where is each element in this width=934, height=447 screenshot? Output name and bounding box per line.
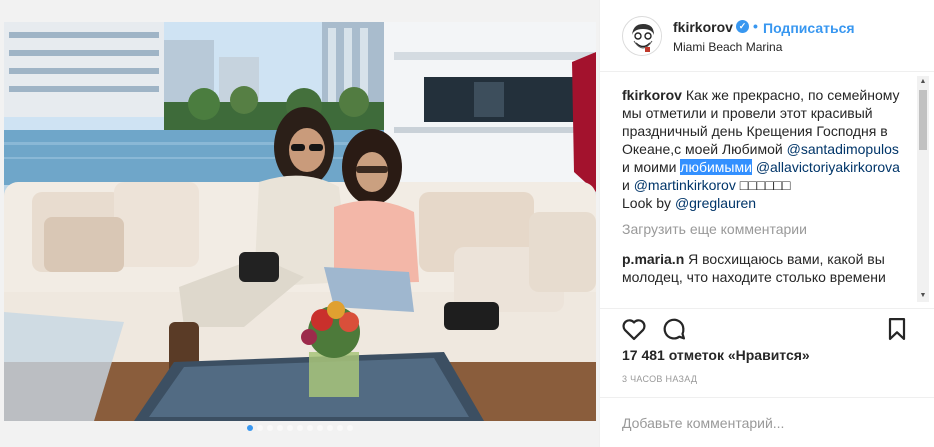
post-photo-image: [4, 22, 596, 421]
avatar-caricature-icon: [624, 18, 661, 55]
avatar[interactable]: [622, 16, 662, 56]
post-media: [0, 0, 599, 447]
post-photo[interactable]: [4, 22, 596, 421]
header-separator: •: [753, 18, 758, 34]
mention-allavictoriyakirkorova[interactable]: @allavictoriyakirkorova: [756, 159, 900, 175]
mention-greglauren[interactable]: @greglauren: [675, 195, 756, 211]
carousel-dot: [316, 425, 323, 431]
carousel-dot: [266, 425, 273, 431]
caption-text-2: и моими: [622, 159, 677, 175]
load-more-comments-button[interactable]: Загрузить еще комментарии: [622, 220, 910, 238]
post-username[interactable]: fkirkorov: [673, 19, 733, 35]
caption: fkirkorov Как же прекрасно, по семейному…: [622, 86, 910, 212]
scroll-down-arrow-icon[interactable]: ▼: [917, 290, 929, 302]
caption-look-by: Look by: [622, 195, 672, 211]
post-timestamp[interactable]: 3 ЧАСОВ НАЗАД: [622, 374, 697, 384]
comment-username[interactable]: p.maria.n: [622, 251, 684, 267]
post-sidebar: fkirkorov ✓ • Подписаться Miami Beach Ma…: [599, 0, 934, 447]
scrollbar-thumb[interactable]: [919, 90, 927, 150]
selected-text: любимыми: [680, 159, 752, 175]
comment-button[interactable]: [660, 315, 688, 343]
verified-badge-icon: ✓: [736, 20, 749, 33]
instagram-post: fkirkorov ✓ • Подписаться Miami Beach Ma…: [0, 0, 934, 447]
post-header: fkirkorov ✓ • Подписаться Miami Beach Ma…: [600, 0, 934, 72]
post-actions: [600, 308, 934, 348]
carousel-dot: [276, 425, 283, 431]
mention-santadimopulos[interactable]: @santadimopulos: [787, 141, 899, 157]
caption-username[interactable]: fkirkorov: [622, 87, 682, 103]
bookmark-icon: [888, 317, 906, 341]
heart-icon: [622, 319, 646, 341]
carousel-dot: [296, 425, 303, 431]
carousel-dot: [286, 425, 293, 431]
caption-text-3: и: [622, 177, 630, 193]
follow-button[interactable]: Подписаться: [763, 20, 855, 36]
likes-count[interactable]: 17 481 отметок «Нравится»: [622, 347, 810, 363]
post-location[interactable]: Miami Beach Marina: [673, 40, 782, 54]
scroll-up-arrow-icon[interactable]: ▲: [917, 76, 929, 88]
save-button[interactable]: [883, 315, 911, 343]
add-comment-section: [600, 397, 934, 447]
caption-emoji-placeholders: □□□□□□: [739, 177, 791, 193]
carousel-dot: [326, 425, 333, 431]
comment-icon: [663, 318, 686, 340]
like-button[interactable]: [620, 315, 648, 343]
mention-martinkirkorov[interactable]: @martinkirkorov: [634, 177, 736, 193]
carousel-dot: [306, 425, 313, 431]
carousel-dot: [246, 425, 253, 431]
carousel-dot: [336, 425, 343, 431]
carousel-indicator: [0, 425, 599, 431]
comments-scrollbar[interactable]: ▲ ▼: [917, 76, 929, 302]
comment-item: p.maria.n Я восхищаюсь вами, какой вы мо…: [622, 250, 910, 286]
add-comment-input[interactable]: [622, 412, 902, 434]
comments-list[interactable]: fkirkorov Как же прекрасно, по семейному…: [622, 86, 910, 298]
carousel-dot: [256, 425, 263, 431]
carousel-dot: [346, 425, 353, 431]
